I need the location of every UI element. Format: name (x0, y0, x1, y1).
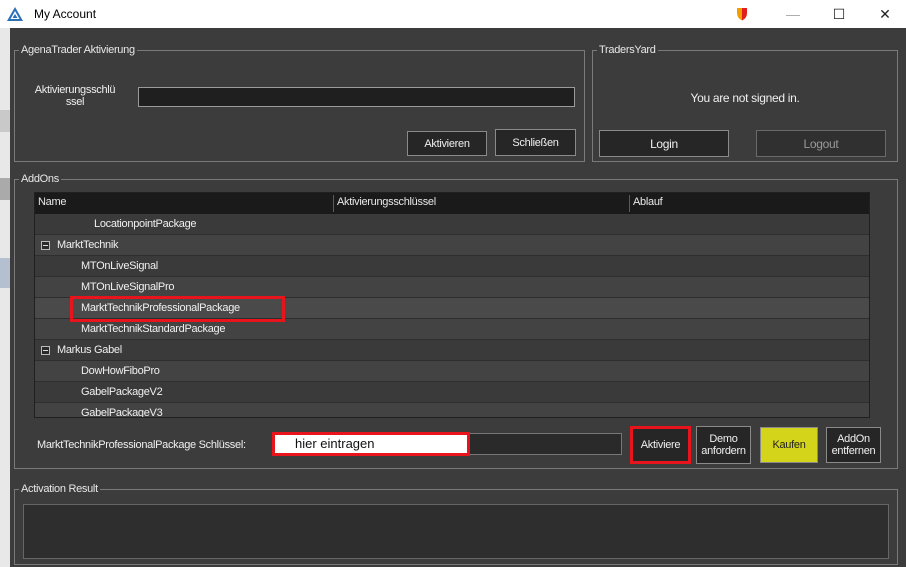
close-button[interactable]: Schließen (495, 129, 576, 156)
addon-activate-button[interactable]: Aktiviere (630, 426, 691, 464)
edge-mark (0, 258, 10, 288)
activate-button[interactable]: Aktivieren (407, 131, 487, 156)
edge-mark (0, 110, 10, 132)
annotation-enter-here: hier eintragen (272, 432, 470, 456)
logout-button: Logout (756, 130, 886, 157)
table-row[interactable]: MTOnLiveSignalPro (35, 277, 869, 298)
login-button[interactable]: Login (599, 130, 729, 157)
shield-icon[interactable] (736, 7, 748, 21)
table-scrollbar[interactable]: ▲ ▼ (869, 193, 870, 418)
activation-result-legend: Activation Result (19, 482, 100, 496)
table-row[interactable]: DowHowFiboPro (35, 361, 869, 382)
addons-legend: AddOns (19, 172, 61, 186)
remove-addon-button[interactable]: AddOn entfernen (826, 427, 881, 463)
column-header-expiry[interactable]: Ablauf (633, 196, 663, 208)
column-header-key[interactable]: Aktivierungsschlüssel (337, 196, 436, 208)
title-bar: My Account — ☐ ✕ (0, 0, 906, 28)
table-row[interactable]: MarktTechnikStandardPackage (35, 319, 869, 340)
request-demo-button[interactable]: Demo anfordern (696, 426, 751, 464)
activation-key-input[interactable] (138, 87, 575, 107)
table-header: Name Aktivierungsschlüssel Ablauf (35, 193, 869, 214)
collapse-icon[interactable] (41, 346, 50, 355)
activation-key-label: Aktivierungsschlü ssel (34, 84, 116, 108)
tradersyard-legend: TradersYard (597, 43, 658, 57)
collapse-icon[interactable] (41, 241, 50, 250)
account-dialog: AgenaTrader Aktivierung Aktivierungsschl… (10, 28, 906, 567)
table-row[interactable]: MarktTechnik (35, 235, 869, 256)
table-row[interactable]: GabelPackageV3 (35, 403, 869, 417)
table-row[interactable]: LocationpointPackage (35, 214, 869, 235)
tradersyard-group: TradersYard You are not signed in. Login… (592, 43, 898, 162)
background-window-edge (0, 28, 10, 567)
selected-row-highlight (70, 296, 285, 322)
app-logo-icon (7, 7, 23, 21)
table-row[interactable]: Markus Gabel (35, 340, 869, 361)
signin-status: You are not signed in. (690, 91, 800, 105)
maximize-button[interactable]: ☐ (816, 0, 862, 28)
close-window-button[interactable]: ✕ (862, 0, 906, 28)
activation-legend: AgenaTrader Aktivierung (19, 43, 137, 57)
table-row[interactable]: GabelPackageV2 (35, 382, 869, 403)
addon-key-label: MarktTechnikProfessionalPackage Schlüsse… (37, 439, 246, 451)
activation-result-output (23, 504, 889, 559)
buy-button[interactable]: Kaufen (760, 427, 818, 463)
minimize-button[interactable]: — (770, 0, 816, 28)
activation-result-group: Activation Result (14, 482, 898, 565)
edge-mark (0, 178, 10, 200)
window-title: My Account (34, 7, 97, 21)
column-header-name[interactable]: Name (38, 196, 66, 208)
table-row[interactable]: MTOnLiveSignal (35, 256, 869, 277)
activation-group: AgenaTrader Aktivierung Aktivierungsschl… (14, 43, 585, 162)
